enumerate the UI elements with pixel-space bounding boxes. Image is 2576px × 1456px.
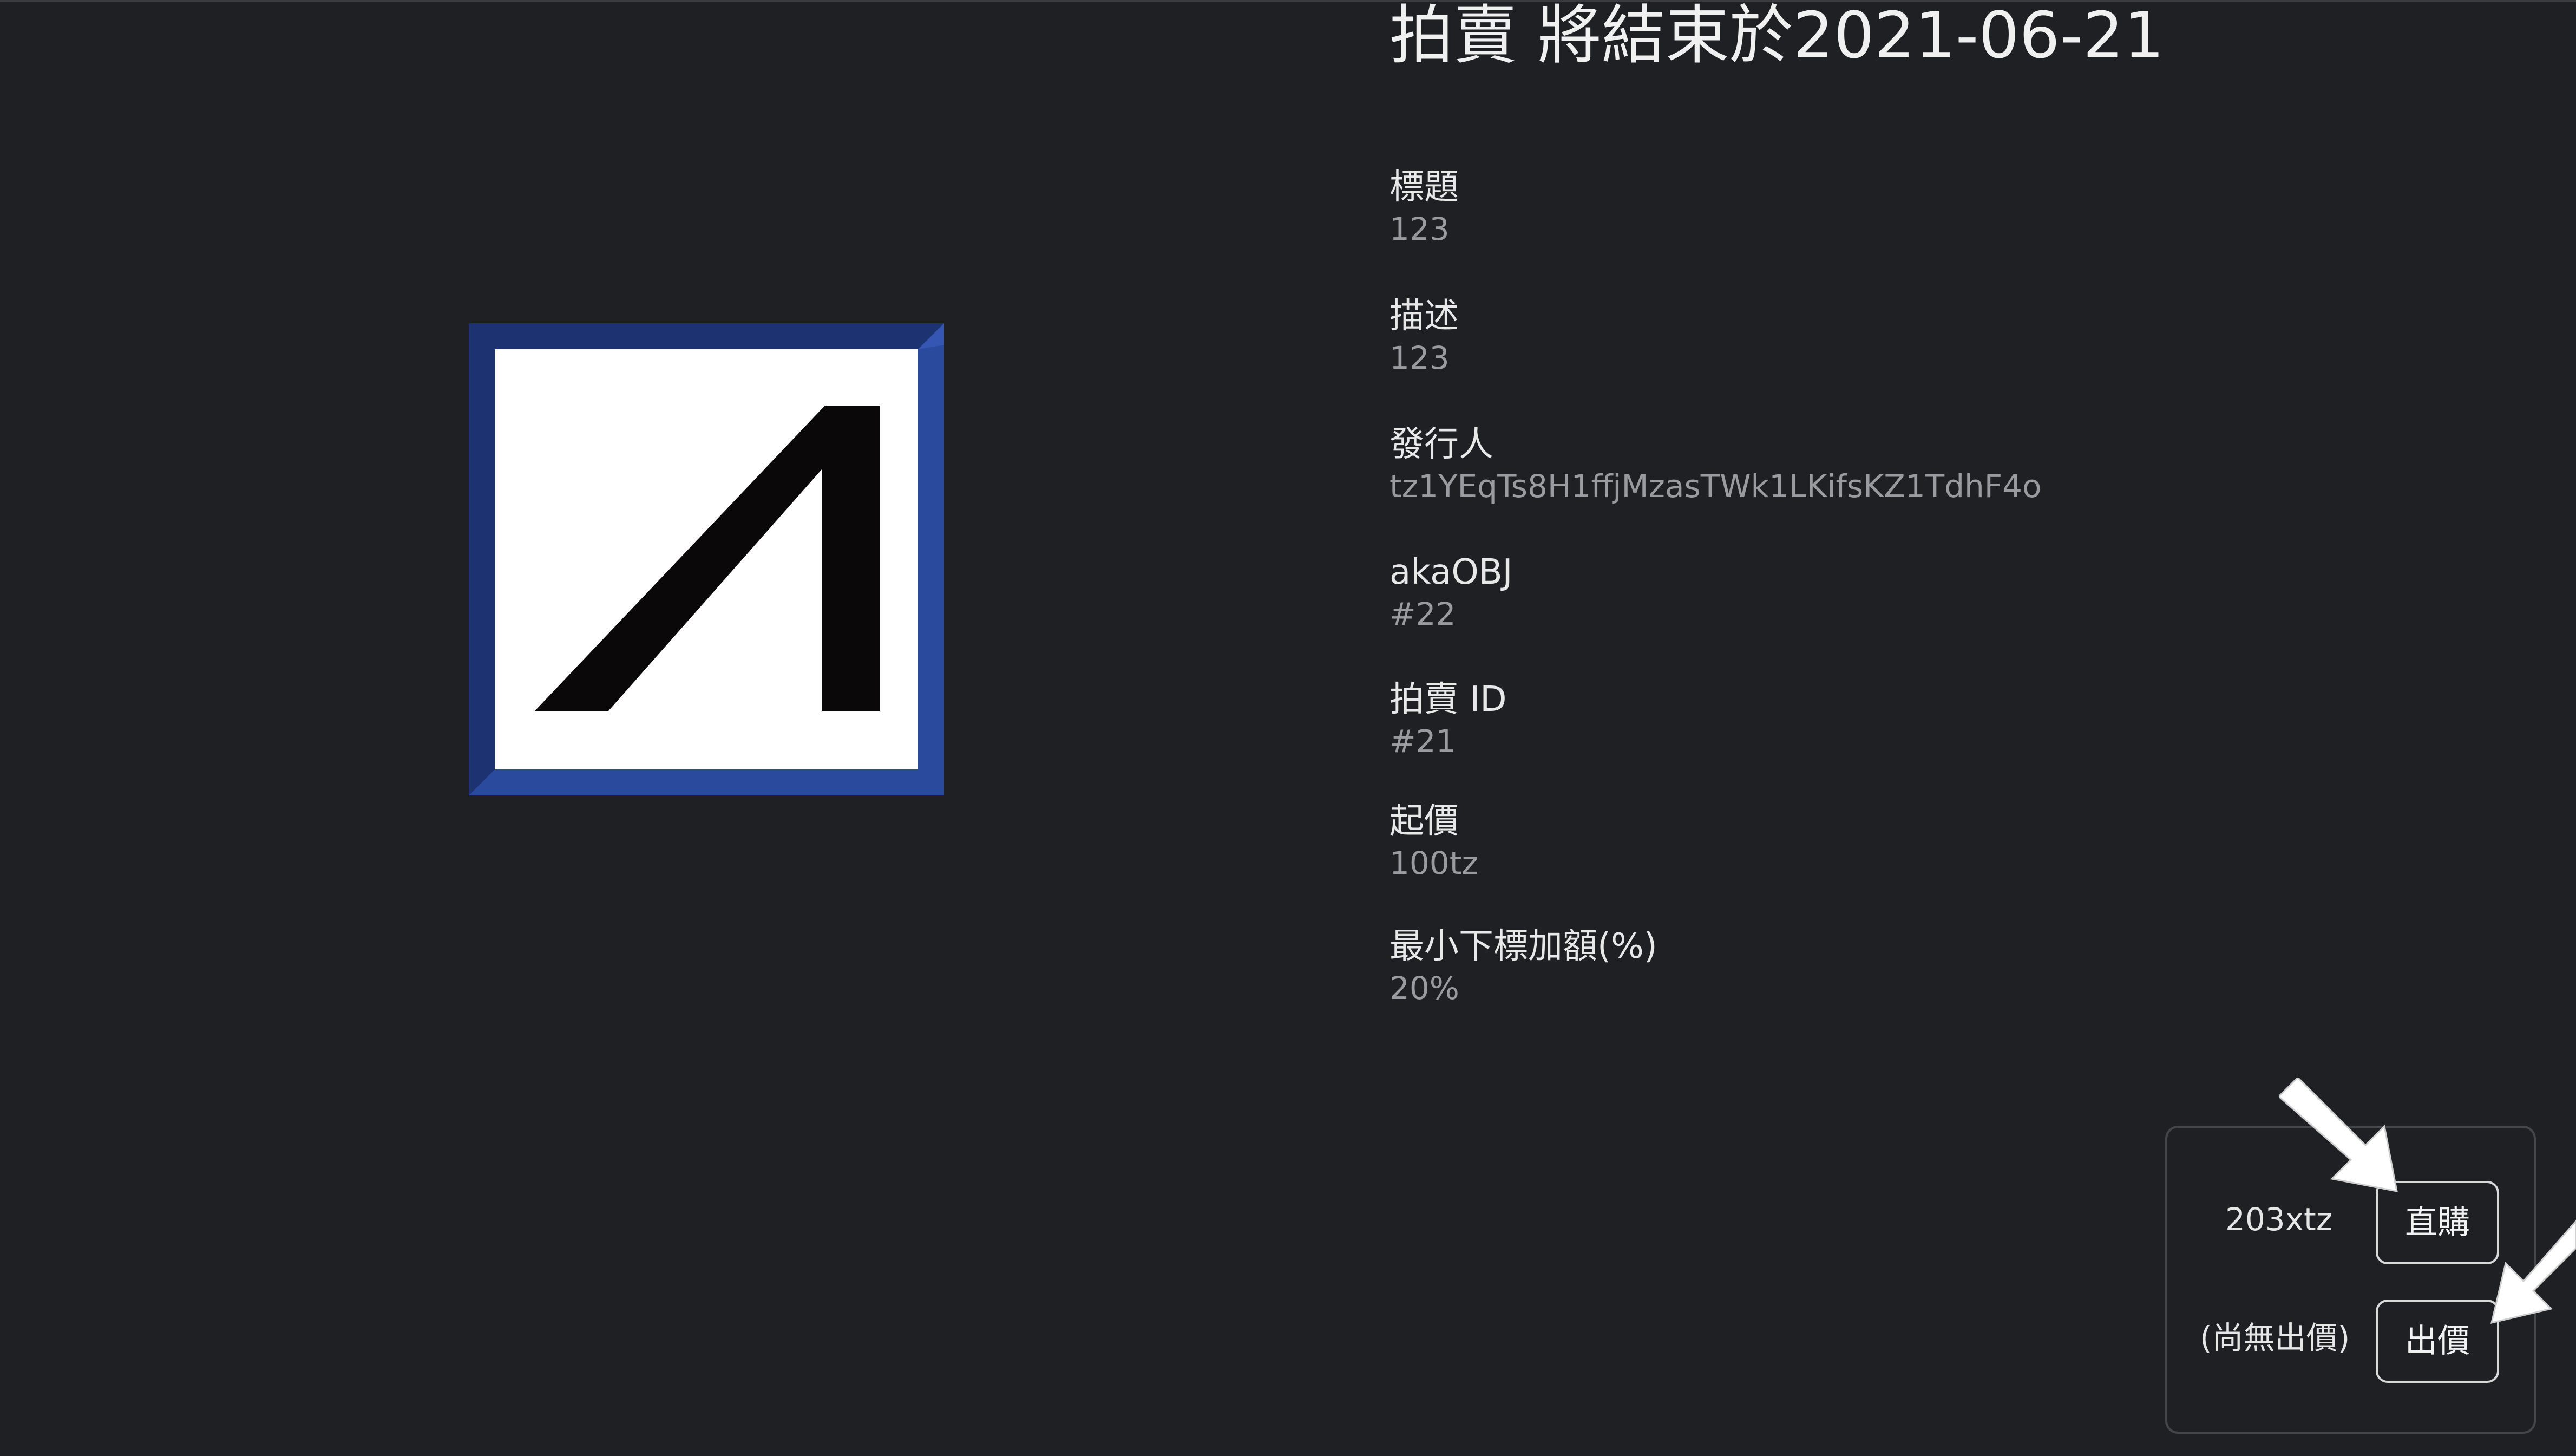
field-label: 發行人 xyxy=(1389,425,1493,465)
field-value: 20% xyxy=(1389,970,1459,1007)
field-value: 123 xyxy=(1389,339,1450,376)
field-label: 描述 xyxy=(1389,296,1459,336)
field-auction-id: 拍賣 ID #21 xyxy=(1389,679,1507,760)
field-issuer: 發行人 tz1YEqTs8H1ffjMzasTWk1LKifsKZ1TdhF4o xyxy=(1389,424,2042,505)
field-label: akaOBJ xyxy=(1389,552,1513,592)
field-start-price: 起價 100tz xyxy=(1389,801,1478,882)
top-edge xyxy=(0,0,2576,2)
field-value: #22 xyxy=(1389,596,1456,632)
buy-now-price: 203xtz xyxy=(2225,1201,2333,1238)
arrow-pointer-icon xyxy=(2279,1078,2398,1192)
field-value: 100tz xyxy=(1389,845,1478,882)
field-akaobj: akaOBJ #22 xyxy=(1389,552,1513,633)
artwork-image xyxy=(469,323,944,795)
field-title: 標題 123 xyxy=(1389,167,1459,248)
field-label: 最小下標加額(%) xyxy=(1389,926,1657,967)
field-label: 起價 xyxy=(1389,801,1459,841)
field-min-increment: 最小下標加額(%) 20% xyxy=(1389,926,1657,1007)
current-bid-status: (尚無出價) xyxy=(2200,1320,2350,1356)
field-value: #21 xyxy=(1389,723,1456,760)
arrow-pointer-icon xyxy=(2490,1219,2576,1324)
field-description: 描述 123 xyxy=(1389,296,1459,377)
field-label: 標題 xyxy=(1389,167,1459,207)
field-value: tz1YEqTs8H1ffjMzasTWk1LKifsKZ1TdhF4o xyxy=(1389,468,2042,505)
place-bid-button[interactable]: 出價 xyxy=(2376,1300,2499,1383)
field-label: 拍賣 ID xyxy=(1389,680,1507,720)
field-value: 123 xyxy=(1389,211,1450,247)
auction-heading: 拍賣 將結束於2021-06-21 xyxy=(1389,0,2165,73)
artwork-svg xyxy=(469,323,944,795)
